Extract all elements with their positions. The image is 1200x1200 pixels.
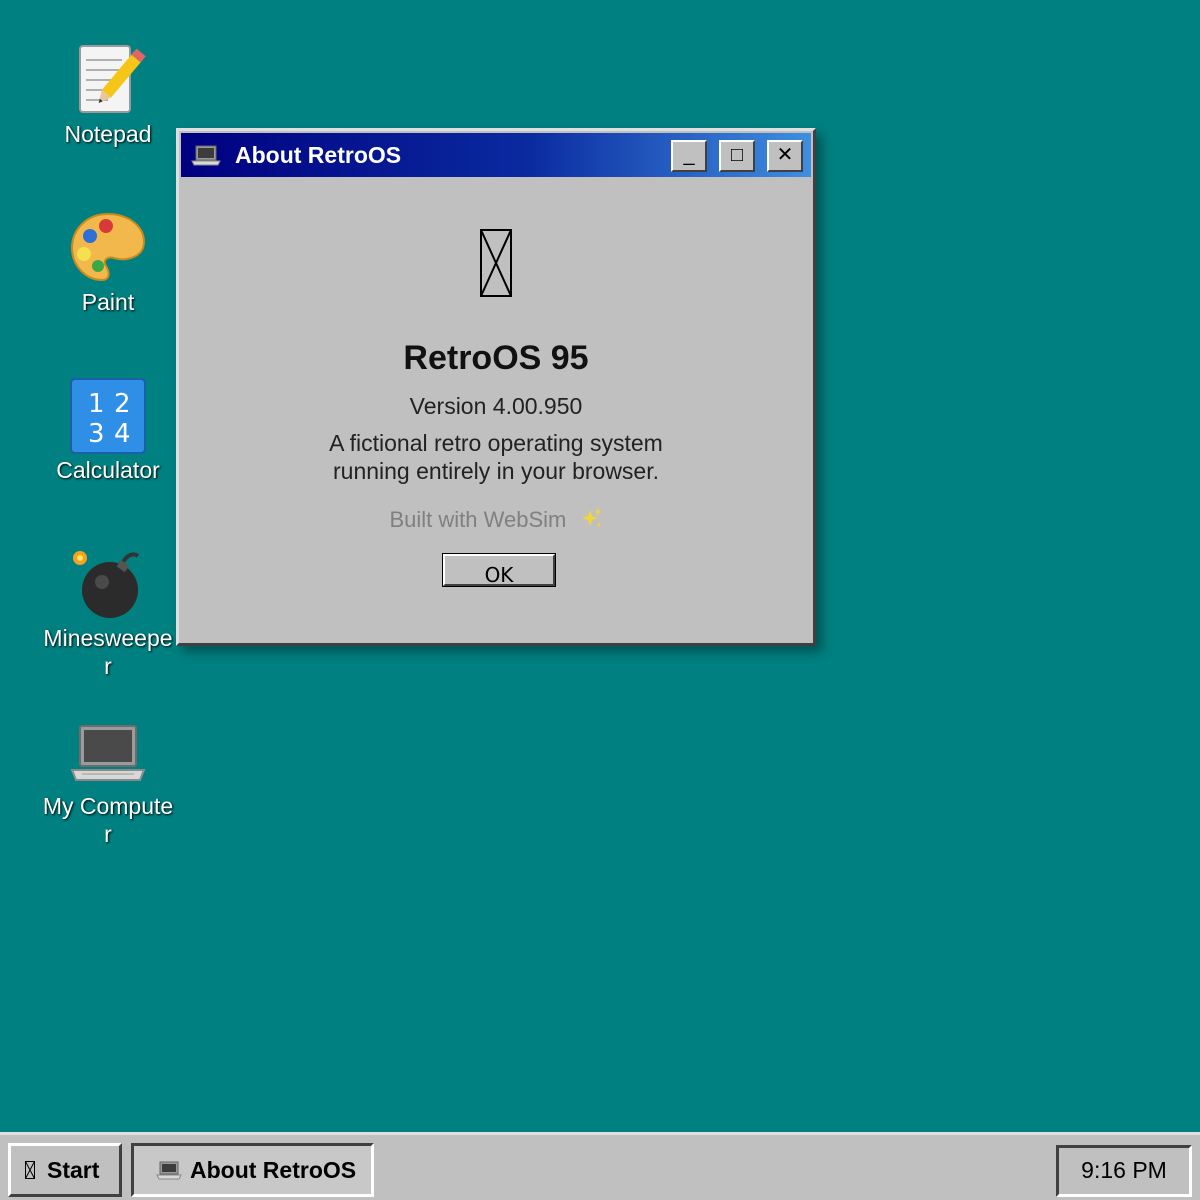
desktop-icon-notepad[interactable]: Notepad <box>38 40 178 148</box>
svg-text:3: 3 <box>88 419 105 449</box>
start-label: Start <box>47 1156 100 1183</box>
window-title: About RetroOS <box>235 141 402 168</box>
desktop-icon-label: Minesweeper <box>43 625 173 679</box>
product-name: RetroOS 95 <box>403 339 589 377</box>
window-body: RetroOS 95 Version 4.00.950 A fictional … <box>181 177 811 641</box>
desktop-icon-paint[interactable]: Paint <box>38 208 178 316</box>
svg-text:4: 4 <box>114 419 131 449</box>
sparkles-icon <box>581 508 602 528</box>
palette-icon <box>70 212 146 282</box>
close-icon: ✕ <box>776 144 794 166</box>
desktop-icon-my-computer[interactable]: My Computer <box>38 712 178 848</box>
description-line: A fictional retro operating system <box>329 430 663 456</box>
minimize-button[interactable]: _ <box>671 140 707 172</box>
calculator-icon: 1 2 3 4 <box>70 378 146 454</box>
desktop-icon-label: Notepad <box>64 121 152 147</box>
desktop-icon-label: Paint <box>81 289 135 315</box>
start-button[interactable]: Start <box>8 1143 122 1197</box>
version-text: Version 4.00.950 <box>409 393 583 419</box>
taskbar: Start About RetroOS 9:16 PM <box>0 1132 1200 1200</box>
laptop-icon <box>70 725 146 781</box>
maximize-icon: □ <box>730 144 744 166</box>
desktop-icon-calculator[interactable]: 1 2 3 4 Calculator <box>38 376 178 484</box>
svg-text:1: 1 <box>88 389 105 419</box>
desktop-icon-minesweeper[interactable]: Minesweeper <box>38 544 178 680</box>
taskbar-item-about-retroos[interactable]: About RetroOS <box>131 1143 374 1197</box>
missing-glyph-icon <box>25 1161 35 1179</box>
maximize-button[interactable]: □ <box>719 140 755 172</box>
bomb-icon <box>73 551 140 618</box>
minimize-icon: _ <box>683 144 695 166</box>
laptop-icon <box>191 145 221 166</box>
laptop-icon <box>156 1161 182 1180</box>
description-line: running entirely in your browser. <box>333 458 659 484</box>
desktop-icon-label: My Computer <box>42 793 174 847</box>
about-window: About RetroOS _ □ ✕ RetroOS 95 Version 4… <box>176 128 816 646</box>
desktop-icon-label: Calculator <box>56 457 160 483</box>
missing-glyph-icon <box>480 229 512 297</box>
taskbar-clock: 9:16 PM <box>1056 1145 1192 1197</box>
built-with-note: Built with WebSim <box>181 507 811 533</box>
built-with-text: Built with WebSim <box>389 507 567 532</box>
close-button[interactable]: ✕ <box>767 140 803 172</box>
ok-button[interactable]: OK <box>442 553 556 587</box>
svg-text:2: 2 <box>114 389 131 419</box>
notepad-icon <box>79 45 146 113</box>
taskbar-item-label: About RetroOS <box>190 1156 357 1183</box>
description-text: A fictional retro operating system runni… <box>181 429 811 485</box>
window-titlebar[interactable]: About RetroOS _ □ ✕ <box>181 133 811 177</box>
